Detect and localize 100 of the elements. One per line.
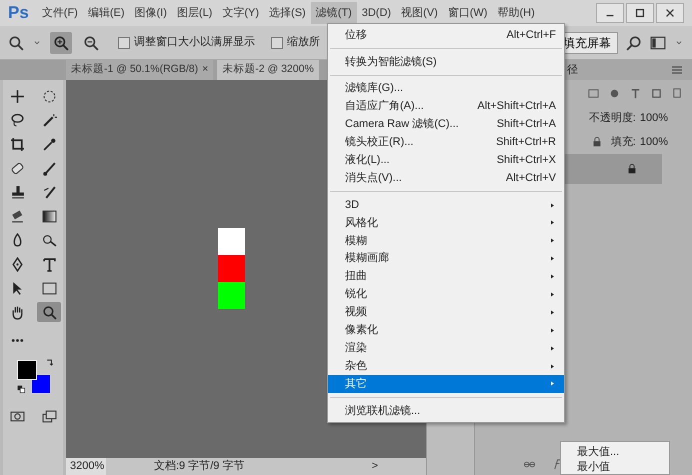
submenu-arrow-icon (549, 291, 556, 298)
checkbox[interactable] (118, 36, 130, 48)
submenu-arrow-icon (549, 202, 556, 209)
opacity-label: 不透明度: (588, 110, 636, 126)
history-brush-icon[interactable] (42, 184, 56, 200)
eraser-icon[interactable] (10, 208, 24, 224)
status-arrow[interactable]: > (372, 458, 378, 475)
quick-mask-icon[interactable] (10, 408, 24, 424)
menu-item-label: 模糊画廊 (345, 250, 389, 266)
menu-item-label: 像素化 (345, 322, 378, 338)
lock-icon[interactable] (590, 136, 603, 148)
shape-filter-icon[interactable] (650, 86, 663, 100)
zoom-level[interactable]: 3200% (66, 458, 106, 475)
dodge-icon[interactable] (42, 232, 56, 248)
menu-item[interactable]: 文件(F) (36, 2, 83, 24)
lasso-icon[interactable] (10, 112, 24, 128)
zoom-tool-icon[interactable] (8, 34, 24, 50)
menu-item[interactable]: 滤镜(T) (310, 2, 357, 24)
close-icon[interactable]: × (202, 63, 208, 76)
menu-item-label: 视频 (345, 305, 367, 320)
menu-item[interactable]: 锐化 (328, 286, 564, 304)
default-colors-icon[interactable] (17, 385, 26, 394)
hand-icon[interactable] (10, 304, 24, 320)
menu-item-label: 自适应广角(A)... (345, 98, 424, 114)
rectangle-icon[interactable] (42, 280, 56, 296)
menu-item[interactable]: 镜头校正(R)... Shift+Ctrl+R (328, 133, 564, 152)
menu-item[interactable]: 自适应广角(A)... Alt+Shift+Ctrl+A (328, 98, 564, 116)
menu-item-label: 转换为智能滤镜(S) (345, 54, 437, 70)
zoom-in-icon[interactable] (53, 34, 69, 50)
zoom-out-icon[interactable] (83, 34, 99, 50)
document-info: 文档:9 字节/9 字节 (154, 458, 244, 474)
document-tab[interactable]: 未标题-2 @ 3200% (217, 60, 319, 80)
brush-icon[interactable] (42, 160, 56, 176)
menu-item[interactable]: 杂色 (328, 357, 564, 376)
panel-tab[interactable]: 径 (567, 62, 578, 78)
swap-colors-icon[interactable] (45, 358, 55, 368)
image-filter-icon[interactable] (587, 86, 600, 100)
submenu-arrow-icon (549, 273, 556, 280)
close-icon[interactable] (664, 7, 676, 19)
magic-wand-icon[interactable] (42, 112, 56, 128)
menu-item[interactable]: 模糊 (328, 232, 564, 250)
menu-item[interactable]: 转换为智能滤镜(S) (328, 52, 564, 71)
crop-icon[interactable] (10, 136, 24, 152)
menu-item[interactable]: 选择(S) (264, 2, 311, 24)
submenu-item[interactable]: 最小值 (561, 459, 669, 474)
stamp-icon[interactable] (10, 184, 24, 200)
menu-item[interactable]: 风格化 (328, 214, 564, 232)
fill-label: 填充: (610, 134, 636, 150)
maximize-icon[interactable] (634, 7, 646, 19)
menu-item[interactable]: 窗口(W) (442, 2, 492, 24)
menu-item[interactable]: 视频 (328, 303, 564, 322)
menu-item[interactable]: 3D (328, 196, 564, 214)
menu-item[interactable]: 模糊画廊 (328, 250, 564, 268)
menu-item[interactable]: 渲染 (328, 339, 564, 358)
fill-field[interactable]: 100% (640, 134, 668, 150)
opacity-field[interactable]: 100% (640, 110, 668, 126)
document-tab[interactable]: 未标题-1 @ 50.1%(RGB/8) × (66, 60, 214, 80)
search-icon[interactable] (626, 34, 642, 50)
eyedropper-icon[interactable] (42, 136, 56, 152)
background-color-swatch[interactable] (31, 374, 51, 394)
foreground-color-swatch[interactable] (17, 360, 37, 380)
move-icon[interactable] (10, 88, 24, 104)
marquee-icon[interactable] (42, 88, 56, 104)
menu-item-label: 3D (345, 198, 360, 213)
menu-item-label: 杂色 (345, 358, 367, 374)
menu-item[interactable]: 像素化 (328, 321, 564, 340)
menu-item[interactable]: 滤镜库(G)... (328, 80, 564, 98)
menu-item-label: 其它 (345, 376, 367, 392)
menu-item[interactable]: 编辑(E) (82, 2, 130, 24)
menu-item[interactable]: 3D(D) (356, 2, 396, 24)
menu-item[interactable]: 扭曲 (328, 268, 564, 286)
smart-filter-icon[interactable] (671, 86, 684, 100)
menu-item[interactable]: Camera Raw 滤镜(C)... Shift+Ctrl+A (328, 116, 564, 134)
pen-icon[interactable] (10, 256, 24, 272)
menu-item-label: 扭曲 (345, 269, 367, 284)
submenu-item[interactable]: 最大值... (561, 444, 669, 459)
menu-item[interactable]: 图层(L) (172, 2, 218, 24)
submenu-arrow-icon (549, 380, 556, 388)
shortcut-label: Shift+Ctrl+A (496, 117, 556, 132)
menu-item[interactable]: 视图(V) (396, 2, 443, 24)
menu-item[interactable]: 消失点(V)... Alt+Ctrl+V (328, 169, 564, 188)
menu-item-label: 浏览联机滤镜... (345, 404, 420, 419)
menu-item[interactable]: 文字(Y) (217, 2, 264, 24)
submenu-arrow-icon (549, 237, 556, 244)
menu-item-label: 滤镜库(G)... (345, 80, 404, 96)
gradient-icon[interactable] (42, 208, 56, 224)
type-filter-icon[interactable] (629, 86, 642, 100)
submenu-arrow-icon (549, 308, 556, 316)
submenu-arrow-icon (549, 362, 556, 370)
menu-item[interactable]: 浏览联机滤镜... (328, 402, 564, 420)
screen-mode-icon[interactable] (42, 408, 56, 424)
menu-item[interactable]: 其它 (328, 375, 564, 393)
menu-item[interactable]: 图像(I) (130, 2, 172, 24)
menu-item[interactable]: 帮助(H) (492, 2, 540, 24)
checkbox[interactable] (271, 36, 283, 48)
text-tool-icon[interactable] (42, 256, 56, 272)
menu-item[interactable]: 液化(L)... Shift+Ctrl+X (328, 151, 564, 170)
menu-item-label: 风格化 (345, 216, 378, 231)
workspace-icon[interactable] (650, 34, 666, 50)
zoom-icon[interactable] (42, 304, 56, 320)
